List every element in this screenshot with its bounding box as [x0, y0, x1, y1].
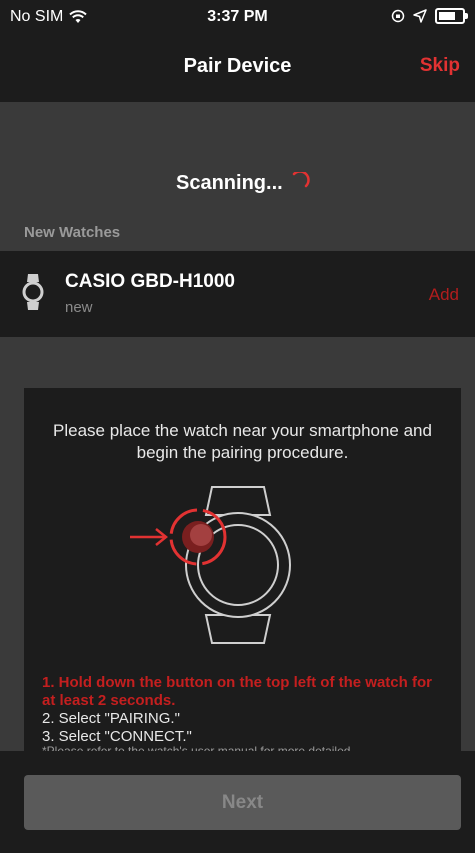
battery-icon: [435, 8, 468, 24]
instruction-card: Please place the watch near your smartph…: [24, 388, 461, 753]
step-3-text: 3. Select "CONNECT.": [42, 728, 192, 745]
add-button[interactable]: Add: [429, 285, 459, 305]
device-status: new: [65, 299, 93, 316]
orientation-lock-icon: [391, 9, 405, 23]
scanning-label: Scanning...: [176, 172, 283, 194]
device-name: CASIO GBD-H1000: [65, 271, 235, 292]
spinner-icon: [292, 172, 310, 188]
step-1-text: 1. Hold down the button on the top left …: [42, 674, 432, 709]
navigation-bar: Pair Device Skip: [0, 34, 475, 102]
watch-illustration: [130, 486, 291, 644]
new-watches-header: New Watches: [24, 224, 121, 241]
next-button[interactable]: Next: [24, 775, 461, 830]
device-row[interactable]: CASIO GBD-H1000 new Add: [0, 251, 475, 337]
bottom-bar: Next: [0, 751, 475, 853]
skip-button[interactable]: Skip: [420, 55, 460, 77]
status-bar: No SIM 3:37 PM: [0, 0, 475, 34]
status-right: [391, 8, 468, 24]
watch-icon: [22, 274, 44, 310]
page-title: Pair Device: [183, 55, 292, 77]
step-2-text: 2. Select "PAIRING.": [42, 710, 180, 727]
scanning-indicator: Scanning...: [0, 160, 475, 210]
location-icon: [413, 9, 427, 23]
instruction-text: Please place the watch near your smartph…: [53, 421, 432, 462]
